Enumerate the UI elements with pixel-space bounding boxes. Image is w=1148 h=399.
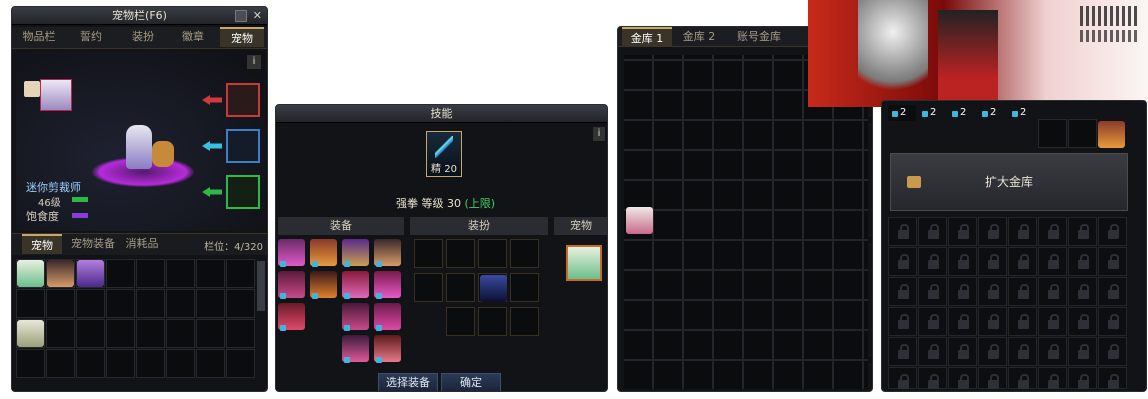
pet-item-4[interactable] xyxy=(17,320,44,347)
close-icon[interactable]: ✕ xyxy=(253,7,262,25)
pet-item-1[interactable] xyxy=(17,260,44,287)
tab-pet[interactable]: 宠物 xyxy=(220,27,264,47)
tab-bank-2[interactable]: 金库 2 xyxy=(674,27,724,47)
pet-item-2[interactable] xyxy=(47,260,74,287)
arrow-red-icon xyxy=(202,95,222,105)
banner-logo-2 xyxy=(1080,30,1140,42)
pet-bear xyxy=(152,141,174,167)
skill-window-title: 技能 xyxy=(276,105,607,123)
banner-logo xyxy=(1080,6,1140,26)
banner-character-2 xyxy=(938,10,998,107)
pet-level: 46级 xyxy=(38,198,61,209)
satiety-bar xyxy=(72,213,88,218)
inventory-tabs: 宠物 宠物装备 消耗品 栏位：4/320 xyxy=(12,233,267,255)
count-2: 2 xyxy=(930,107,937,118)
skill-window: 技能 i 精 20 强拳 等级 30 (上限) 装备 装扮 宠物 选择装备 确定 xyxy=(275,104,608,392)
skill-limit: (上限) xyxy=(464,197,496,210)
tab-emblem[interactable]: 徽章 xyxy=(170,27,216,47)
pet-name: 迷你剪裁师 xyxy=(26,181,81,194)
game-banner xyxy=(808,0,1148,107)
tab-items[interactable]: 物品栏 xyxy=(16,27,62,47)
sword-icon xyxy=(435,136,453,158)
pet-window-title: 宠物栏(F6) ✕ xyxy=(12,7,267,25)
equip-header: 装备 xyxy=(278,217,404,235)
portrait-mini-icon xyxy=(24,81,40,97)
count-5: 2 xyxy=(1020,107,1027,118)
pet-item-3[interactable] xyxy=(77,260,104,287)
pin-icon[interactable] xyxy=(235,10,247,22)
banner-character xyxy=(858,0,928,107)
arrow-blue-icon xyxy=(202,141,222,151)
inv-tab-pet[interactable]: 宠物 xyxy=(22,234,62,254)
satiety-label: 饱食度 xyxy=(26,210,59,223)
arrow-green-icon xyxy=(202,187,222,197)
skill-badge: 精 20 xyxy=(431,164,457,175)
account-item-1[interactable] xyxy=(1098,121,1125,148)
confirm-button[interactable]: 确定 xyxy=(441,373,501,391)
pet-character xyxy=(126,125,152,169)
pet-slot[interactable] xyxy=(566,245,602,281)
skill-icon[interactable]: 精 20 xyxy=(426,131,462,177)
bank-item-1[interactable] xyxy=(626,207,653,234)
pet-portrait[interactable] xyxy=(40,79,72,111)
inventory-grid xyxy=(16,259,256,391)
tab-avatar[interactable]: 装扮 xyxy=(120,27,166,47)
count-1: 2 xyxy=(900,107,907,118)
slot-green[interactable] xyxy=(226,175,260,209)
tab-oath[interactable]: 誓约 xyxy=(68,27,114,47)
expand-bank-button[interactable]: 扩大金库 xyxy=(890,153,1128,211)
slot-blue[interactable] xyxy=(226,129,260,163)
inv-tab-consumable[interactable]: 消耗品 xyxy=(120,234,164,254)
avatar-item-1[interactable] xyxy=(480,275,507,302)
equip-grid xyxy=(278,239,404,369)
avatar-header: 装扮 xyxy=(410,217,548,235)
info-button-2[interactable]: i xyxy=(593,127,605,141)
locked-grid xyxy=(888,217,1142,389)
pet-tabs: 物品栏 誓约 装扮 徽章 宠物 xyxy=(12,27,267,49)
bank-icon xyxy=(907,176,921,188)
pet-header: 宠物 xyxy=(554,217,607,235)
count-3: 2 xyxy=(960,107,967,118)
level-bar xyxy=(72,197,88,202)
capacity-text: 栏位：4/320 xyxy=(204,242,263,253)
skill-line: 强拳 等级 30 (上限) xyxy=(396,197,496,210)
pet-window: 宠物栏(F6) ✕ 物品栏 誓约 装扮 徽章 宠物 i 迷你剪裁师 46级 饱食… xyxy=(11,6,268,392)
scrollbar[interactable] xyxy=(257,261,265,311)
info-button[interactable]: i xyxy=(247,55,261,69)
tab-bank-1[interactable]: 金库 1 xyxy=(622,27,672,47)
pet-display: i 迷你剪裁师 46级 饱食度 xyxy=(16,51,265,231)
avatar-grid xyxy=(414,239,544,369)
account-bank-window: 2 2 2 2 2 扩大金库 xyxy=(881,100,1147,392)
count-4: 2 xyxy=(990,107,997,118)
account-bank-top: 2 2 2 2 2 xyxy=(888,105,1142,149)
tab-account-bank[interactable]: 账号金库 xyxy=(726,27,792,47)
select-equip-button[interactable]: 选择装备 xyxy=(378,373,438,391)
inv-tab-pet-equip[interactable]: 宠物装备 xyxy=(66,234,120,254)
slot-red[interactable] xyxy=(226,83,260,117)
